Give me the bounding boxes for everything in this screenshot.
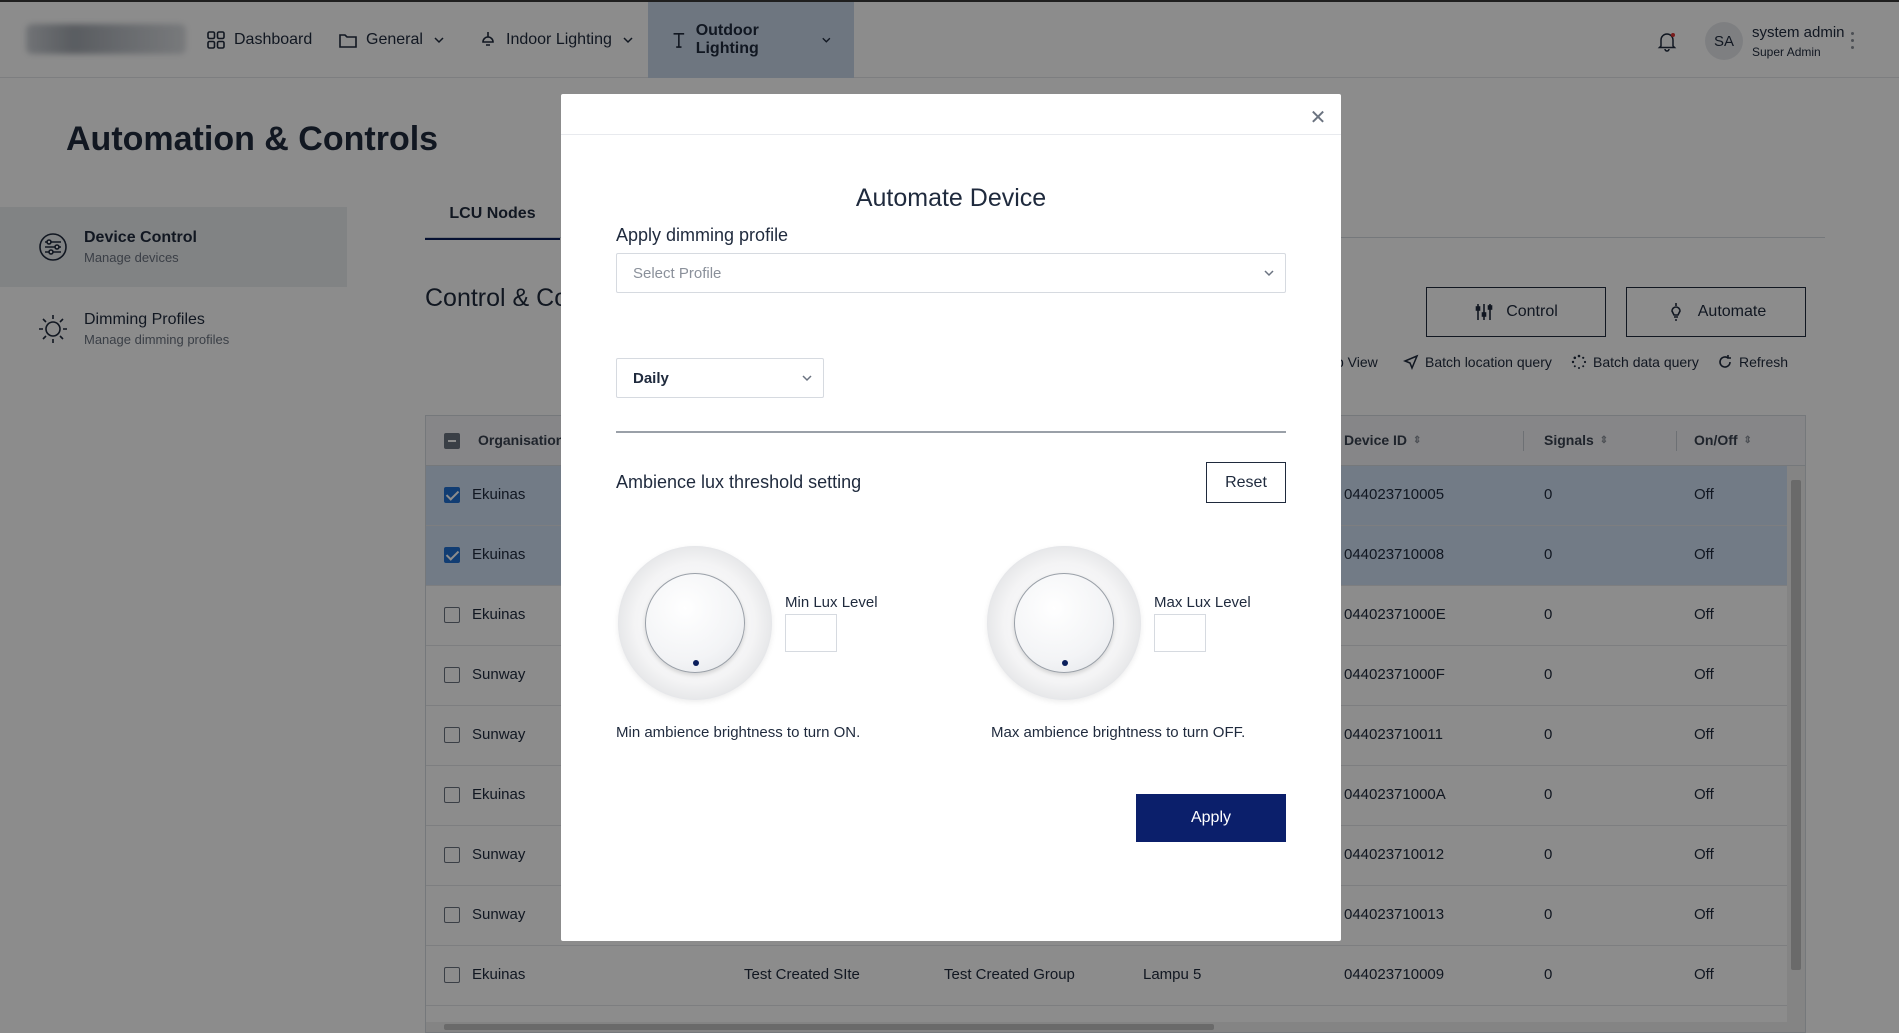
automate-device-modal: ✕ Automate Device Apply dimming profile … [561,94,1341,941]
ambience-threshold-label: Ambience lux threshold setting [616,472,862,492]
chevron-down-icon [1264,270,1274,277]
profile-select-placeholder: Select Profile [633,264,722,282]
max-lux-label: Max Lux Level [1154,594,1251,611]
profile-select[interactable]: Select Profile [616,253,1286,293]
min-lux-input[interactable] [785,614,837,652]
max-lux-description: Max ambience brightness to turn OFF. [991,724,1246,741]
knob-indicator [1062,660,1068,666]
close-icon[interactable]: ✕ [1308,105,1328,130]
min-lux-description: Min ambience brightness to turn ON. [616,724,861,741]
knob-indicator [693,660,699,666]
section-divider [616,431,1286,433]
reset-button[interactable]: Reset [1206,462,1286,503]
schedule-select[interactable]: Daily [616,358,824,398]
apply-button[interactable]: Apply [1136,794,1286,842]
modal-title: Automate Device [855,184,1047,212]
dimming-profile-label: Apply dimming profile [616,225,789,245]
min-lux-label: Min Lux Level [785,594,878,611]
max-lux-knob[interactable] [987,546,1141,700]
min-lux-knob[interactable] [618,546,772,700]
max-lux-input[interactable] [1154,614,1206,652]
schedule-select-value: Daily [633,369,669,387]
chevron-down-icon [802,375,812,382]
